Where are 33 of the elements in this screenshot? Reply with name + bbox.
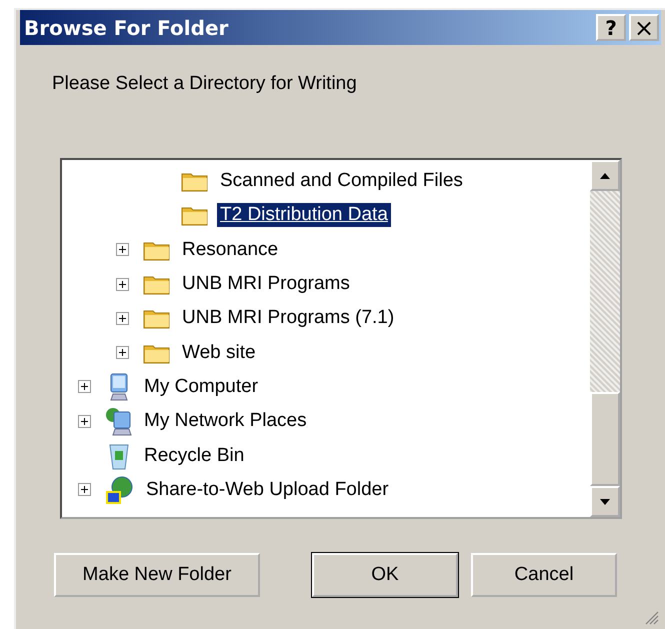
expand-icon[interactable] <box>78 380 91 394</box>
tree-item[interactable]: UNB MRI Programs (7.1) <box>179 306 398 330</box>
network-icon <box>105 406 133 436</box>
help-button[interactable]: ? <box>596 14 626 41</box>
tree-item[interactable]: My Computer <box>141 374 262 399</box>
prompt-text: Please Select a Directory for Writing <box>52 73 358 95</box>
tree-item[interactable]: Web site <box>179 340 259 365</box>
expand-icon[interactable] <box>116 312 129 325</box>
tree-item[interactable]: T2 Distribution Data <box>217 203 391 228</box>
down-arrow-icon <box>600 498 610 504</box>
tree-item[interactable]: Recycle Bin <box>141 444 248 468</box>
dialog-button[interactable]: OK <box>312 553 458 597</box>
expand-icon[interactable] <box>78 483 91 496</box>
close-button[interactable]: × <box>629 14 659 41</box>
tree-item[interactable]: Scanned and Compiled Files <box>217 169 466 194</box>
tree-item[interactable]: UNB MRI Programs <box>179 272 353 296</box>
expand-icon[interactable] <box>116 243 129 256</box>
expand-icon[interactable] <box>116 278 129 291</box>
scroll-up-button[interactable] <box>590 160 620 191</box>
up-arrow-icon <box>600 172 610 178</box>
expand-icon[interactable] <box>78 414 91 428</box>
scroll-down-button[interactable] <box>590 486 620 517</box>
resize-grip-icon[interactable] <box>645 611 659 625</box>
tree-item[interactable]: Resonance <box>179 238 282 262</box>
globe-folder-icon <box>105 474 135 505</box>
dialog-button[interactable]: Cancel <box>471 553 617 597</box>
dialog-button[interactable]: Make New Folder <box>54 553 260 597</box>
tree-item[interactable]: My Network Places <box>141 409 310 434</box>
tree-item[interactable]: Share-to-Web Upload Folder <box>143 478 392 502</box>
scrollbar[interactable] <box>590 160 620 517</box>
expand-icon[interactable] <box>116 346 129 360</box>
scroll-thumb[interactable] <box>590 392 620 486</box>
window-title: Browse For Folder <box>24 16 228 40</box>
